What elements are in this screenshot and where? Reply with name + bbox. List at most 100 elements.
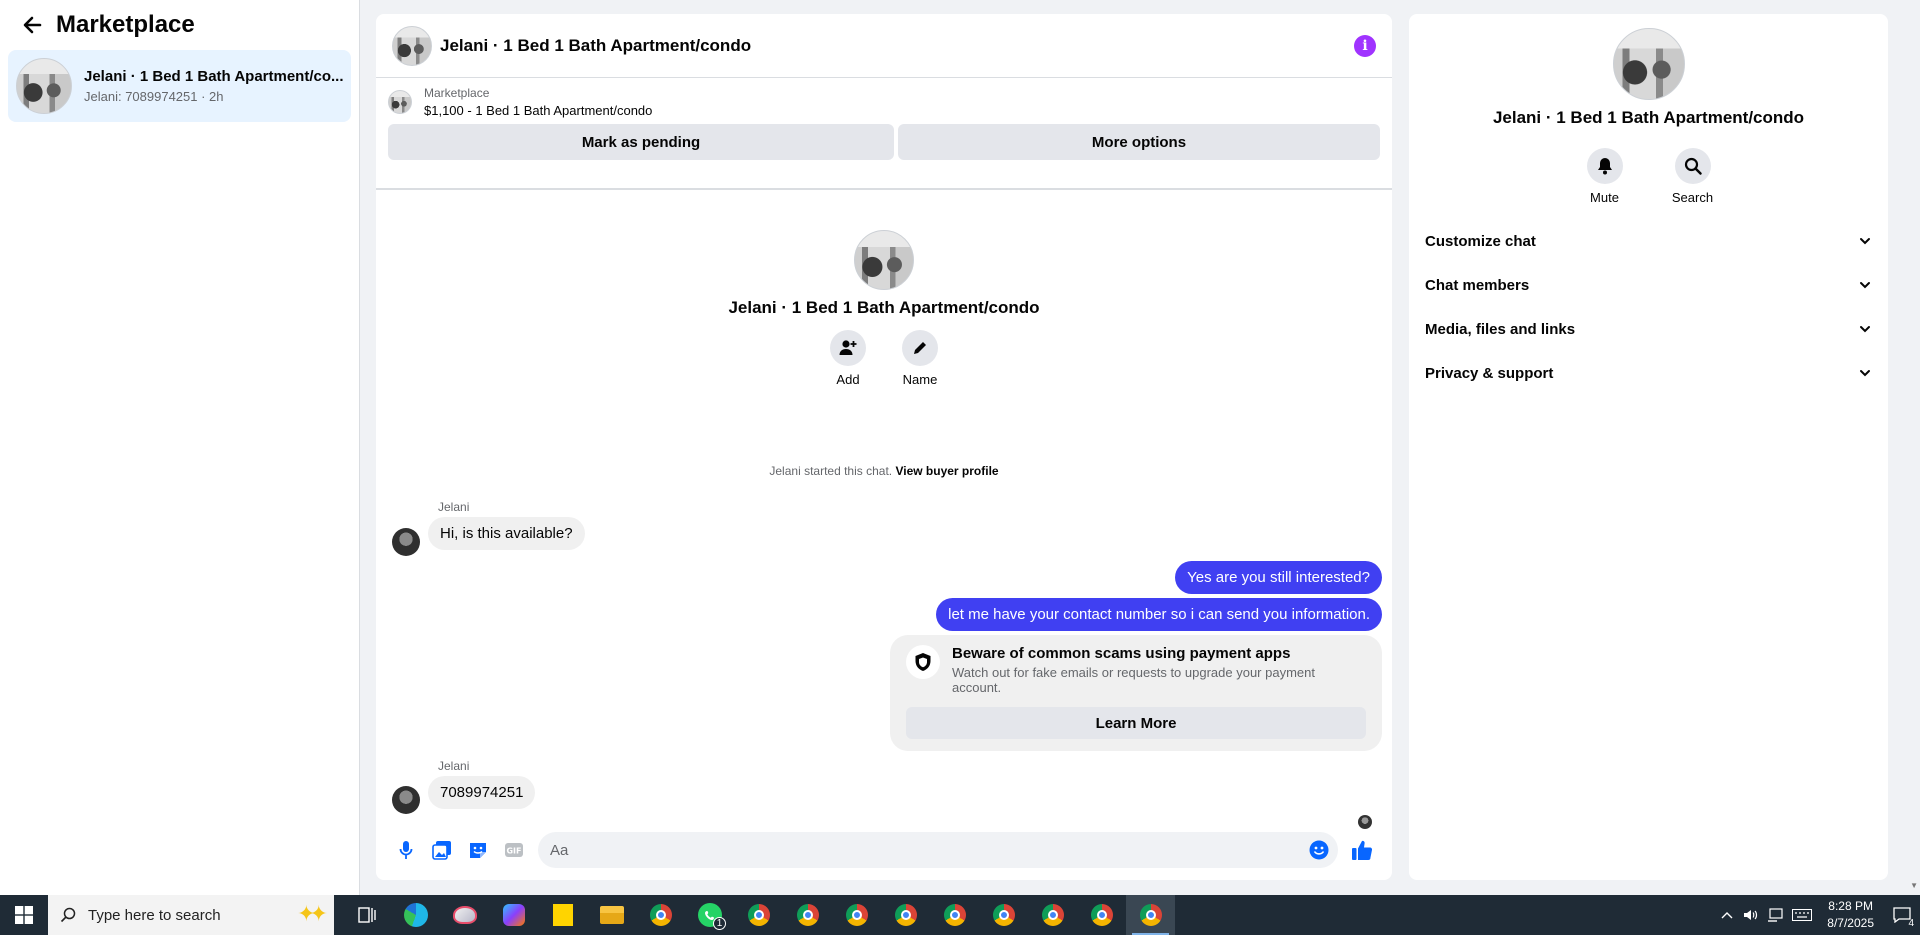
- message-input[interactable]: [550, 841, 1308, 859]
- windows-taskbar: Type here to search ✦✦ 1 8:28 PM 8/7/202…: [0, 895, 1920, 935]
- thumbs-up-icon[interactable]: [1348, 836, 1376, 864]
- section-label: Chat members: [1425, 276, 1530, 294]
- chrome-icon[interactable]: [881, 895, 930, 935]
- taskbar-apps: 1: [342, 895, 1175, 935]
- system-tray: 8:28 PM 8/7/2025 4: [1715, 895, 1920, 935]
- pencil-icon: [902, 330, 938, 366]
- network-icon[interactable]: [1763, 908, 1787, 922]
- message-sender: Jelani: [438, 759, 470, 773]
- emoji-icon[interactable]: [1308, 839, 1330, 861]
- mark-as-pending-button[interactable]: Mark as pending: [388, 124, 894, 160]
- message-bubble-outgoing[interactable]: Yes are you still interested?: [1175, 561, 1382, 594]
- conversation-title: Jelani · 1 Bed 1 Bath Apartment/co...: [84, 68, 344, 85]
- chrome-icon[interactable]: [734, 895, 783, 935]
- add-people-button[interactable]: Add: [822, 330, 874, 387]
- chevron-down-icon: [1860, 282, 1870, 289]
- chat-header: Jelani · 1 Bed 1 Bath Apartment/condo i: [376, 14, 1392, 78]
- svg-text:GIF: GIF: [506, 847, 521, 856]
- notification-center-icon[interactable]: 4: [1884, 895, 1920, 935]
- info-icon[interactable]: i: [1354, 34, 1376, 57]
- conversation-avatar: [16, 58, 72, 114]
- add-label: Add: [836, 372, 860, 387]
- more-options-button[interactable]: More options: [898, 124, 1380, 160]
- info-avatar: [1612, 28, 1685, 100]
- section-privacy-support[interactable]: Privacy & support: [1425, 351, 1872, 395]
- taskbar-clock[interactable]: 8:28 PM 8/7/2025: [1827, 898, 1874, 932]
- sender-avatar[interactable]: [392, 786, 420, 814]
- scam-warning-title: Beware of common scams using payment app…: [952, 645, 1291, 662]
- chrome-icon[interactable]: [1028, 895, 1077, 935]
- view-buyer-profile-link[interactable]: View buyer profile: [895, 464, 998, 478]
- chrome-icon-active[interactable]: [1126, 895, 1175, 935]
- paint-app-icon[interactable]: [440, 895, 489, 935]
- search-label: Search: [1671, 190, 1714, 205]
- bell-icon: [1586, 148, 1623, 184]
- info-title: Jelani · 1 Bed 1 Bath Apartment/condo: [1492, 108, 1805, 127]
- chevron-up-icon[interactable]: [1715, 911, 1739, 919]
- chrome-icon[interactable]: [636, 895, 685, 935]
- section-label: Media, files and links: [1425, 320, 1576, 338]
- intro-avatar: [854, 230, 914, 290]
- message-area[interactable]: Jelani · 1 Bed 1 Bath Apartment/condo Ad…: [376, 192, 1392, 829]
- gif-icon[interactable]: GIF: [500, 836, 528, 864]
- scam-warning-description: Watch out for fake emails or requests to…: [952, 665, 1315, 695]
- photo-icon[interactable]: [428, 836, 456, 864]
- clock-date: 8/7/2025: [1827, 916, 1874, 930]
- whatsapp-icon[interactable]: 1: [685, 895, 734, 935]
- back-arrow-icon[interactable]: [18, 11, 46, 39]
- mute-button[interactable]: Mute: [1579, 148, 1631, 205]
- task-view-icon[interactable]: [342, 895, 391, 935]
- search-in-chat-button[interactable]: Search: [1667, 148, 1719, 205]
- message-bubble-incoming[interactable]: Hi, is this available?: [428, 517, 585, 550]
- section-media-files-links[interactable]: Media, files and links: [1425, 307, 1872, 351]
- file-explorer-icon[interactable]: [587, 895, 636, 935]
- chrome-icon[interactable]: [979, 895, 1028, 935]
- sticker-icon[interactable]: [464, 836, 492, 864]
- sticky-notes-icon[interactable]: [538, 895, 587, 935]
- listing-thumbnail[interactable]: [388, 90, 412, 114]
- listing-price-title[interactable]: $1,100 - 1 Bed 1 Bath Apartment/condo: [424, 103, 652, 118]
- chat-header-avatar[interactable]: [392, 25, 432, 66]
- microphone-icon[interactable]: [392, 836, 420, 864]
- windows-start-icon[interactable]: [0, 895, 48, 935]
- chrome-icon[interactable]: [832, 895, 881, 935]
- chrome-icon[interactable]: [783, 895, 832, 935]
- chrome-icon[interactable]: [1077, 895, 1126, 935]
- taskbar-search-box[interactable]: Type here to search ✦✦: [48, 895, 334, 935]
- scrollbar-down-arrow[interactable]: ▼: [1910, 881, 1918, 890]
- info-sections: Customize chat Chat members Media, files…: [1409, 219, 1888, 395]
- chevron-down-icon: [1860, 238, 1870, 245]
- learn-more-button[interactable]: Learn More: [906, 707, 1366, 739]
- section-chat-members[interactable]: Chat members: [1425, 263, 1872, 307]
- name-label: Name: [902, 372, 938, 387]
- chat-intro: Jelani · 1 Bed 1 Bath Apartment/condo Ad…: [376, 230, 1392, 387]
- mute-label: Mute: [1590, 190, 1619, 205]
- listing-source: Marketplace: [424, 86, 490, 100]
- intro-title: Jelani · 1 Bed 1 Bath Apartment/condo: [728, 298, 1040, 317]
- conversation-preview: Jelani: 7089974251 · 2h: [84, 89, 224, 104]
- chat-panel: Jelani · 1 Bed 1 Bath Apartment/condo i …: [376, 14, 1392, 880]
- conversation-item[interactable]: Jelani · 1 Bed 1 Bath Apartment/co... Je…: [8, 50, 351, 122]
- notification-count: 4: [1908, 918, 1914, 929]
- section-customize-chat[interactable]: Customize chat: [1425, 219, 1872, 263]
- name-chat-button[interactable]: Name: [894, 330, 946, 387]
- copilot-sparkle-icon: ✦✦: [297, 901, 328, 926]
- chat-info-panel: Jelani · 1 Bed 1 Bath Apartment/condo Mu…: [1409, 14, 1888, 880]
- chat-started-text: Jelani started this chat.: [769, 464, 893, 478]
- taskbar-search-placeholder: Type here to search: [88, 906, 221, 924]
- seen-indicator-avatar: [1358, 815, 1372, 829]
- chat-header-title[interactable]: Jelani · 1 Bed 1 Bath Apartment/condo: [440, 36, 1354, 56]
- message-bubble-outgoing[interactable]: let me have your contact number so i can…: [936, 598, 1382, 631]
- volume-icon[interactable]: [1739, 908, 1763, 922]
- chrome-icon[interactable]: [930, 895, 979, 935]
- chevron-down-icon: [1860, 326, 1870, 333]
- keyboard-icon[interactable]: [1787, 909, 1817, 921]
- edge-browser-icon[interactable]: [391, 895, 440, 935]
- sidebar-header: Marketplace: [0, 0, 359, 50]
- copilot-app-icon[interactable]: [489, 895, 538, 935]
- sender-avatar[interactable]: [392, 528, 420, 556]
- message-bubble-incoming[interactable]: 7089974251: [428, 776, 536, 809]
- message-input-box[interactable]: [538, 832, 1338, 868]
- message-composer: GIF: [376, 828, 1392, 872]
- clock-time: 8:28 PM: [1828, 899, 1873, 913]
